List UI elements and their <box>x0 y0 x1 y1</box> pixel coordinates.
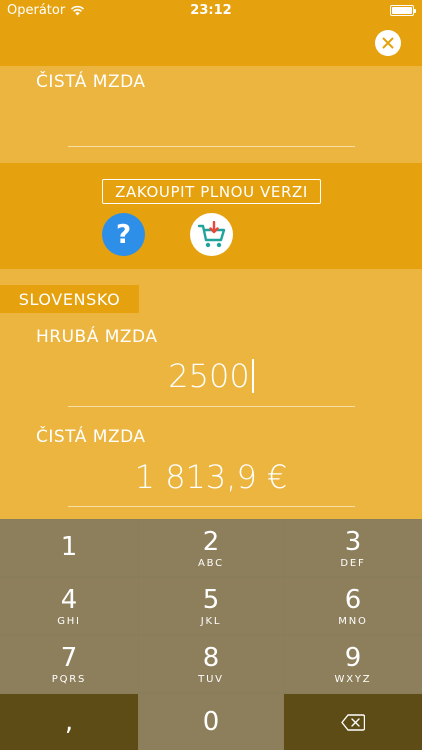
question-icon: ? <box>115 219 132 250</box>
key-1[interactable]: 1 <box>0 520 138 576</box>
close-button[interactable] <box>375 30 401 56</box>
key-4-digit: 4 <box>60 584 78 615</box>
cart-download-button[interactable] <box>190 213 233 256</box>
buy-full-version-button[interactable]: ZAKOUPIT PLNOU VERZI <box>102 179 321 204</box>
cart-download-icon <box>197 220 225 247</box>
net-value: 1 813,9 € <box>134 458 288 496</box>
key-5-letters: JKL <box>200 615 222 627</box>
key-7-letters: PQRS <box>51 673 87 685</box>
key-comma[interactable]: , <box>0 694 138 750</box>
backspace-icon <box>341 713 365 731</box>
key-5-digit: 5 <box>202 584 220 615</box>
key-6[interactable]: 6 MNO <box>284 578 422 634</box>
gross-input[interactable]: 2500 <box>0 357 422 395</box>
key-5[interactable]: 5 JKL <box>139 578 283 634</box>
promo-panel: ZAKOUPIT PLNOU VERZI ? <box>0 163 422 269</box>
status-bar: Operátor 23:12 <box>0 0 422 22</box>
key-2-letters: ABC <box>198 557 224 569</box>
status-time: 23:12 <box>190 3 232 18</box>
key-1-digit: 1 <box>60 532 78 562</box>
key-6-letters: MNO <box>338 615 368 627</box>
key-backspace[interactable] <box>284 694 422 750</box>
gross-underline <box>68 406 355 407</box>
key-9[interactable]: 9 WXYZ <box>284 636 422 692</box>
key-9-letters: WXYZ <box>334 673 372 685</box>
key-8[interactable]: 8 TUV <box>139 636 283 692</box>
key-7[interactable]: 7 PQRS <box>0 636 138 692</box>
key-comma-char: , <box>64 707 74 737</box>
key-3[interactable]: 3 DEF <box>284 520 422 576</box>
net-underline <box>68 506 355 507</box>
key-9-digit: 9 <box>344 642 362 673</box>
key-2-digit: 2 <box>202 526 220 557</box>
key-7-digit: 7 <box>60 642 78 673</box>
country-selector[interactable]: SLOVENSKO <box>0 285 139 313</box>
key-4-letters: GHI <box>57 615 81 627</box>
key-3-letters: DEF <box>340 557 366 569</box>
top-result-panel: ČISTÁ MZDA <box>0 66 422 163</box>
calculator-panel: SLOVENSKO HRUBÁ MZDA 2500 ČISTÁ MZDA 1 8… <box>0 269 422 519</box>
key-8-letters: TUV <box>198 673 224 685</box>
key-0-digit: 0 <box>202 707 220 737</box>
battery-icon <box>390 5 416 16</box>
close-icon <box>382 37 394 49</box>
top-bar <box>0 22 422 66</box>
gross-label: HRUBÁ MZDA <box>36 327 158 347</box>
key-8-digit: 8 <box>202 642 220 673</box>
gross-input-value: 2500 <box>168 357 250 395</box>
key-3-digit: 3 <box>344 526 362 557</box>
numeric-keypad: 1 2 ABC 3 DEF 4 GHI 5 JKL 6 MNO 7 PQRS 8… <box>0 519 422 750</box>
text-caret <box>251 359 254 393</box>
key-0[interactable]: 0 <box>139 694 283 750</box>
key-4[interactable]: 4 GHI <box>0 578 138 634</box>
key-6-digit: 6 <box>344 584 362 615</box>
key-2[interactable]: 2 ABC <box>139 520 283 576</box>
help-button[interactable]: ? <box>102 213 145 256</box>
top-net-underline <box>68 146 355 147</box>
net-label: ČISTÁ MZDA <box>36 427 146 447</box>
top-net-label: ČISTÁ MZDA <box>36 72 146 92</box>
